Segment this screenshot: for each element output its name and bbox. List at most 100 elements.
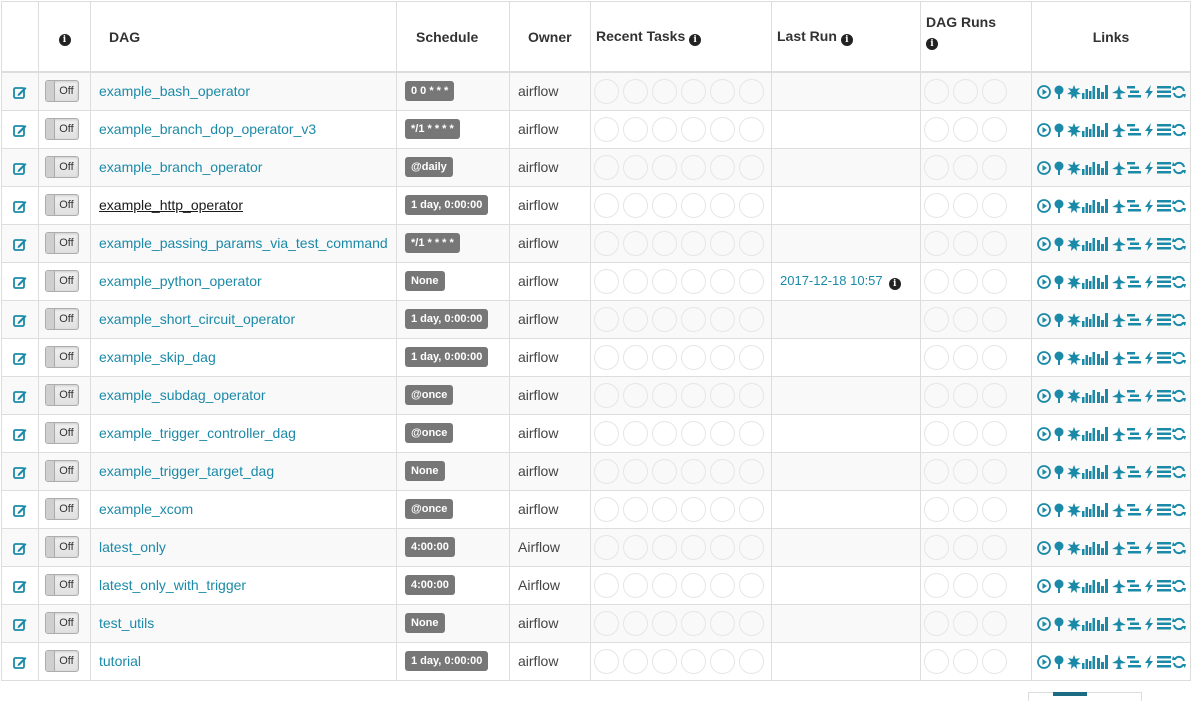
landing-times-icon[interactable] xyxy=(1111,427,1126,442)
tree-view-icon[interactable] xyxy=(1052,237,1066,252)
task-state-circle[interactable] xyxy=(623,306,648,332)
task-state-circle[interactable] xyxy=(739,534,764,560)
task-tries-icon[interactable] xyxy=(1096,313,1111,328)
task-state-circle[interactable] xyxy=(594,344,619,370)
code-view-icon[interactable] xyxy=(1142,199,1156,214)
refresh-icon[interactable] xyxy=(1171,541,1186,555)
task-state-circle[interactable] xyxy=(739,420,764,446)
task-state-circle[interactable] xyxy=(681,496,706,522)
task-tries-icon[interactable] xyxy=(1096,199,1111,214)
task-state-circle[interactable] xyxy=(652,192,677,218)
task-state-circle[interactable] xyxy=(739,458,764,484)
dag-run-state-circle[interactable] xyxy=(982,344,1007,370)
refresh-icon[interactable] xyxy=(1171,579,1186,593)
dag-pause-toggle[interactable]: Off xyxy=(45,118,79,140)
edit-icon[interactable] xyxy=(13,655,27,670)
task-tries-icon[interactable] xyxy=(1096,123,1111,138)
dag-run-state-circle[interactable] xyxy=(982,154,1007,180)
edit-icon[interactable] xyxy=(13,237,27,252)
dag-pause-toggle[interactable]: Off xyxy=(45,612,79,634)
refresh-icon[interactable] xyxy=(1171,199,1186,213)
task-state-circle[interactable] xyxy=(739,572,764,598)
task-duration-icon[interactable] xyxy=(1081,465,1096,480)
dag-run-state-circle[interactable] xyxy=(953,116,978,142)
dag-run-state-circle[interactable] xyxy=(982,648,1007,674)
dag-run-state-circle[interactable] xyxy=(982,268,1007,294)
dag-pause-toggle[interactable]: Off xyxy=(45,384,79,406)
dag-run-state-circle[interactable] xyxy=(924,344,949,370)
task-tries-icon[interactable] xyxy=(1096,389,1111,404)
graph-view-icon[interactable] xyxy=(1066,503,1081,518)
task-duration-icon[interactable] xyxy=(1081,161,1096,176)
code-view-icon[interactable] xyxy=(1142,465,1156,480)
task-state-circle[interactable] xyxy=(681,420,706,446)
trigger-dag-icon[interactable] xyxy=(1036,655,1051,670)
edit-icon[interactable] xyxy=(13,579,27,594)
code-view-icon[interactable] xyxy=(1142,161,1156,176)
landing-times-icon[interactable] xyxy=(1111,465,1126,480)
dag-pause-toggle[interactable]: Off xyxy=(45,574,79,596)
task-state-circle[interactable] xyxy=(710,534,735,560)
task-state-circle[interactable] xyxy=(710,230,735,256)
gantt-icon[interactable] xyxy=(1126,465,1141,479)
graph-view-icon[interactable] xyxy=(1066,199,1081,214)
graph-view-icon[interactable] xyxy=(1066,427,1081,442)
task-state-circle[interactable] xyxy=(710,572,735,598)
dag-link[interactable]: example_branch_operator xyxy=(99,159,262,175)
landing-times-icon[interactable] xyxy=(1111,199,1126,214)
refresh-icon[interactable] xyxy=(1171,389,1186,403)
task-state-circle[interactable] xyxy=(594,610,619,636)
gantt-icon[interactable] xyxy=(1126,313,1141,327)
dag-run-state-circle[interactable] xyxy=(924,648,949,674)
landing-times-icon[interactable] xyxy=(1111,541,1126,556)
task-state-circle[interactable] xyxy=(594,116,619,142)
logs-icon[interactable] xyxy=(1156,389,1171,403)
logs-icon[interactable] xyxy=(1156,123,1171,137)
task-state-circle[interactable] xyxy=(623,420,648,446)
graph-view-icon[interactable] xyxy=(1066,313,1081,328)
dag-run-state-circle[interactable] xyxy=(982,230,1007,256)
task-state-circle[interactable] xyxy=(623,116,648,142)
dag-pause-toggle[interactable]: Off xyxy=(45,232,79,254)
graph-view-icon[interactable] xyxy=(1066,237,1081,252)
task-state-circle[interactable] xyxy=(681,78,706,104)
landing-times-icon[interactable] xyxy=(1111,617,1126,632)
graph-view-icon[interactable] xyxy=(1066,85,1081,100)
refresh-icon[interactable] xyxy=(1171,85,1186,99)
dag-run-state-circle[interactable] xyxy=(953,230,978,256)
last-run-info-icon[interactable]: i xyxy=(888,278,901,290)
task-state-circle[interactable] xyxy=(739,78,764,104)
task-state-circle[interactable] xyxy=(681,192,706,218)
dag-run-state-circle[interactable] xyxy=(953,344,978,370)
gantt-icon[interactable] xyxy=(1126,123,1141,137)
last-run-link[interactable]: 2017-12-18 10:57 xyxy=(780,273,883,288)
task-duration-icon[interactable] xyxy=(1081,351,1096,366)
task-state-circle[interactable] xyxy=(710,116,735,142)
tree-view-icon[interactable] xyxy=(1052,275,1066,290)
dag-runs-info-icon[interactable]: i xyxy=(926,38,938,50)
graph-view-icon[interactable] xyxy=(1066,465,1081,480)
landing-times-icon[interactable] xyxy=(1111,579,1126,594)
edit-icon[interactable] xyxy=(13,617,27,632)
logs-icon[interactable] xyxy=(1156,579,1171,593)
dag-run-state-circle[interactable] xyxy=(953,458,978,484)
logs-icon[interactable] xyxy=(1156,275,1171,289)
landing-times-icon[interactable] xyxy=(1111,123,1126,138)
dag-link[interactable]: test_utils xyxy=(99,615,154,631)
task-state-circle[interactable] xyxy=(710,420,735,446)
task-tries-icon[interactable] xyxy=(1096,161,1111,176)
dag-run-state-circle[interactable] xyxy=(953,496,978,522)
task-state-circle[interactable] xyxy=(652,116,677,142)
task-duration-icon[interactable] xyxy=(1081,85,1096,100)
dag-link[interactable]: example_xcom xyxy=(99,501,193,517)
dag-run-state-circle[interactable] xyxy=(924,192,949,218)
dag-link[interactable]: latest_only_with_trigger xyxy=(99,577,246,593)
edit-icon[interactable] xyxy=(13,275,27,290)
task-state-circle[interactable] xyxy=(739,116,764,142)
tree-view-icon[interactable] xyxy=(1052,465,1066,480)
logs-icon[interactable] xyxy=(1156,85,1171,99)
task-duration-icon[interactable] xyxy=(1081,503,1096,518)
logs-icon[interactable] xyxy=(1156,351,1171,365)
logs-icon[interactable] xyxy=(1156,655,1171,669)
task-duration-icon[interactable] xyxy=(1081,237,1096,252)
